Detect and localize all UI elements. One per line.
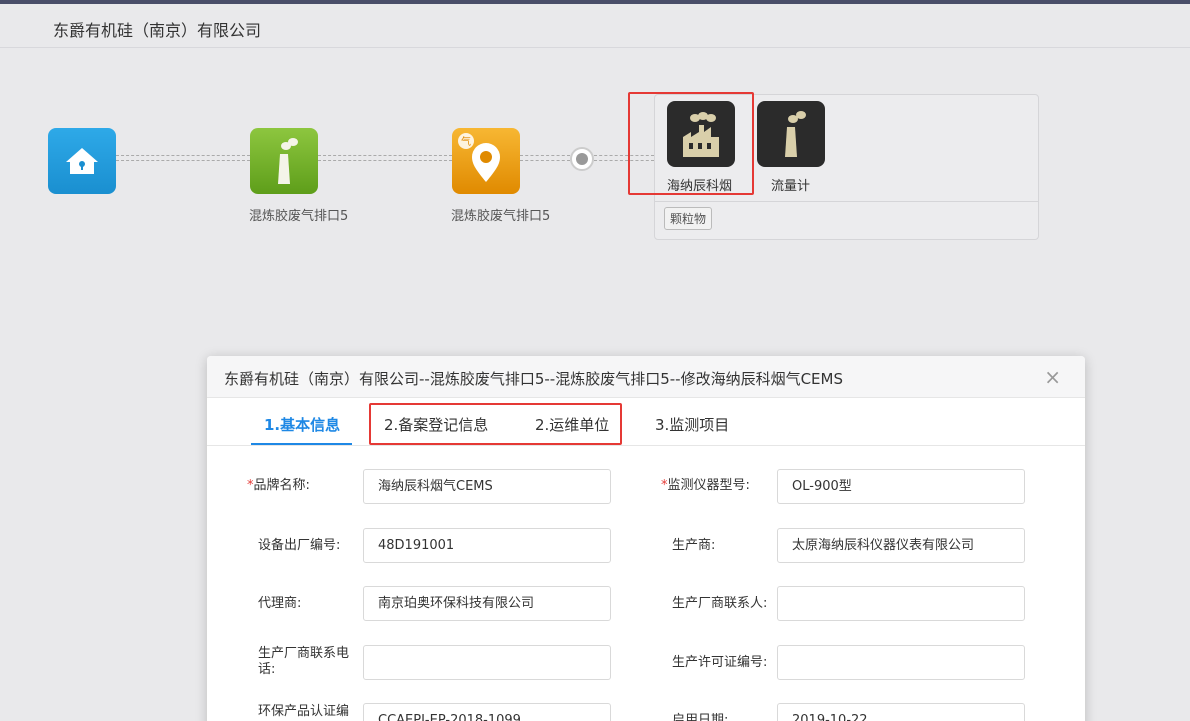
modal-title: 东爵有机硅（南京）有限公司--混炼胶废气排口5--混炼胶废气排口5--修改海纳辰… (224, 370, 843, 388)
modal-header: 东爵有机硅（南京）有限公司--混炼胶废气排口5--混炼胶废气排口5--修改海纳辰… (207, 356, 1085, 398)
page-header: 东爵有机硅（南京）有限公司 (0, 4, 1190, 48)
chimney-icon (785, 111, 806, 157)
outlet-node-2-label: 混炼胶废气排口5 (451, 209, 551, 224)
serial-label: 设备出厂编号: (258, 538, 341, 553)
brand-label: *品牌名称: (247, 478, 310, 493)
maker-contact-label: 生产厂商联系人: (672, 596, 768, 611)
junction-node[interactable] (570, 147, 594, 171)
flow-connector (520, 155, 570, 161)
cert-input[interactable]: CCAEPI-EP-2018-1099 (363, 703, 611, 721)
close-icon[interactable]: × (1044, 365, 1061, 389)
cert-label: 环保产品认证编 (258, 704, 350, 719)
location-pin-icon: 气 (458, 133, 500, 182)
highlight-box-tabs (369, 403, 622, 445)
highlight-box-device (628, 92, 754, 195)
flow-connector (318, 155, 452, 161)
maker-input[interactable]: 太原海纳辰科仪器仪表有限公司 (777, 528, 1025, 563)
maker-phone-input[interactable] (363, 645, 611, 680)
modal-tabs: 1.基本信息 2.备案登记信息 2.运维单位 3.监测项目 (207, 398, 1085, 446)
outlet-node-1[interactable] (250, 128, 318, 194)
model-label: *监测仪器型号: (661, 478, 750, 493)
tab-monitoring-items[interactable]: 3.监测项目 (655, 414, 729, 435)
start-date-label: 启用日期: (672, 713, 729, 721)
model-input[interactable]: OL-900型 (777, 469, 1025, 504)
device-flowmeter[interactable] (757, 101, 825, 167)
svg-text:气: 气 (461, 135, 471, 148)
company-title: 东爵有机硅（南京）有限公司 (53, 21, 262, 40)
pollutant-tag[interactable]: 颗粒物 (664, 207, 713, 230)
outlet-node-1-label: 混炼胶废气排口5 (249, 209, 349, 224)
agent-label: 代理商: (258, 596, 302, 611)
agent-input[interactable]: 南京珀奥环保科技有限公司 (363, 586, 611, 621)
maker-label: 生产商: (672, 538, 716, 553)
active-tab-indicator (251, 443, 352, 445)
start-date-picker[interactable]: 2019-10-22 (777, 703, 1025, 721)
brand-input[interactable]: 海纳辰科烟气CEMS (363, 469, 611, 504)
chimney-icon (278, 138, 298, 184)
outlet-node-2[interactable]: 气 (452, 128, 520, 194)
maker-phone-label: 生产厂商联系电话: (258, 646, 350, 677)
serial-input[interactable]: 48D191001 (363, 528, 611, 563)
company-home-node[interactable] (48, 128, 116, 194)
license-label: 生产许可证编号: (672, 655, 768, 670)
device-flowmeter-label: 流量计 (771, 179, 811, 194)
edit-device-modal: 东爵有机硅（南京）有限公司--混炼胶废气排口5--混炼胶废气排口5--修改海纳辰… (207, 356, 1085, 721)
license-input[interactable] (777, 645, 1025, 680)
tab-basic-info[interactable]: 1.基本信息 (264, 414, 340, 435)
panel-divider (655, 201, 1038, 202)
house-icon (66, 148, 98, 174)
flow-connector (116, 155, 250, 161)
maker-contact-input[interactable] (777, 586, 1025, 621)
